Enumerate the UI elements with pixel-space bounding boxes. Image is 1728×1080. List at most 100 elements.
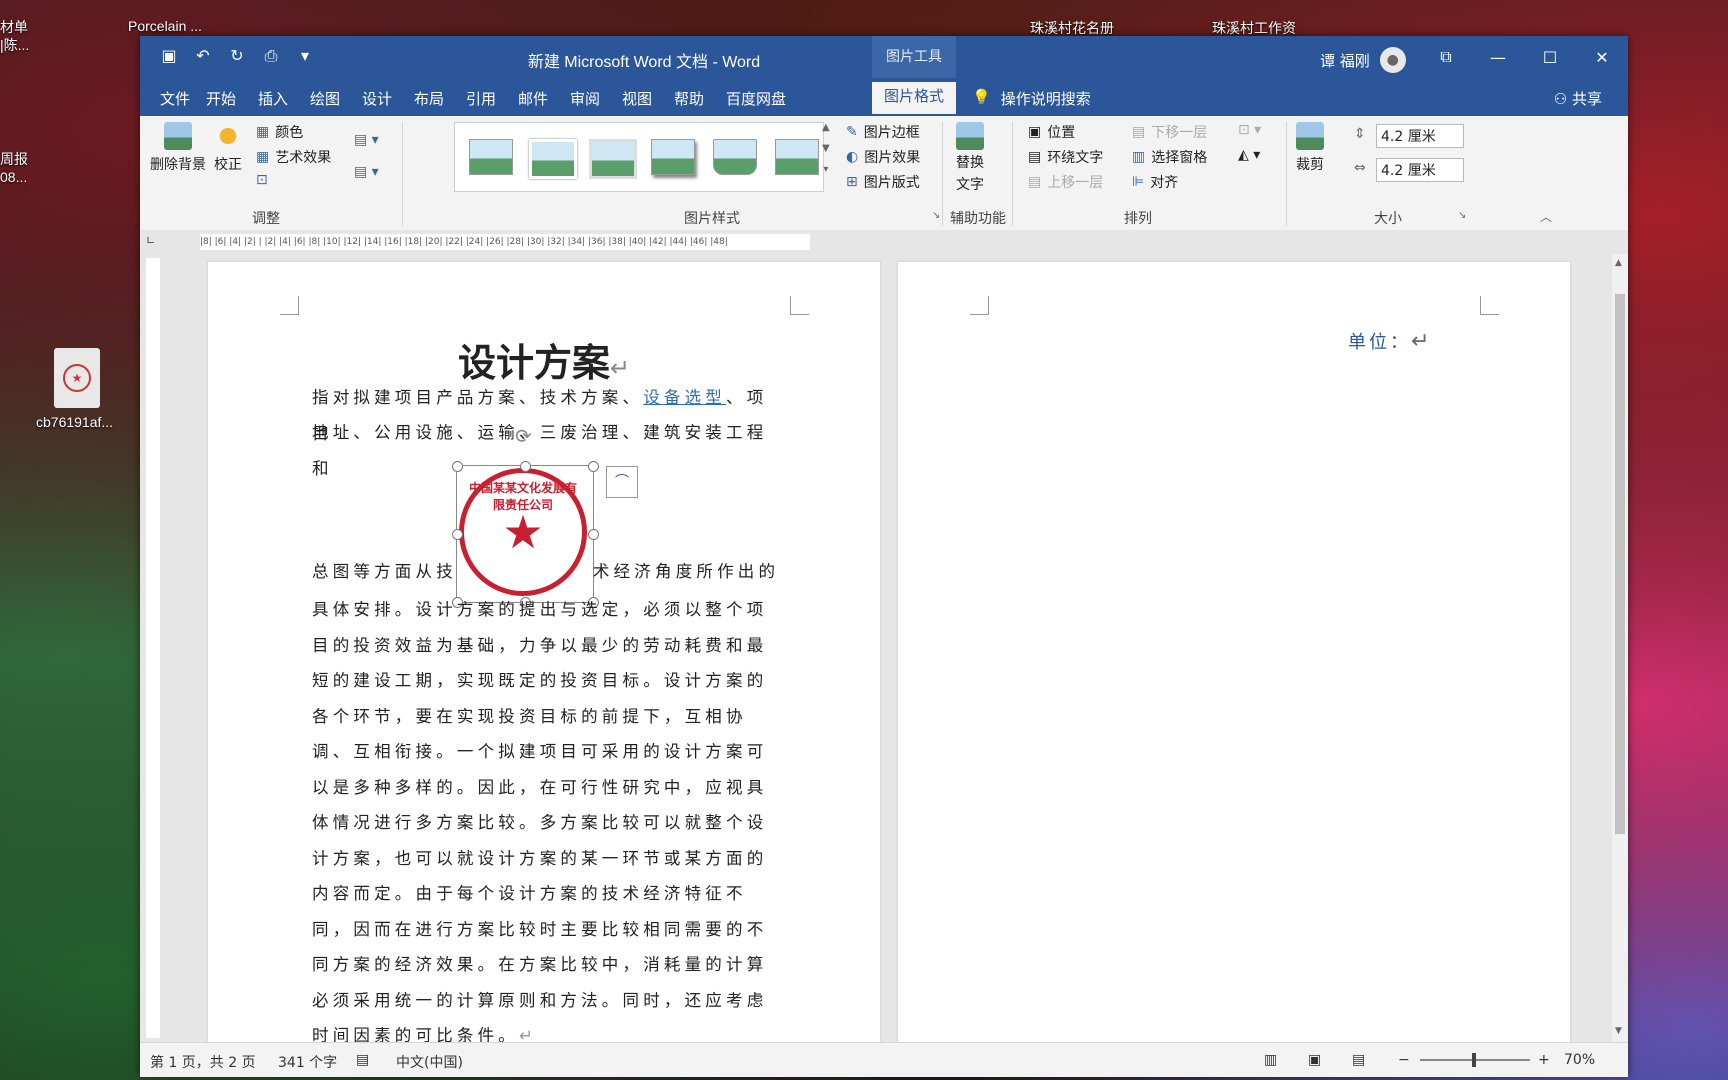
picture-border-label: 图片边框: [863, 125, 920, 141]
tab-review[interactable]: 审阅: [570, 88, 600, 109]
desktop-icon-porcelain[interactable]: Porcelain ...: [128, 18, 202, 34]
minimize-button[interactable]: —: [1472, 36, 1524, 78]
bring-forward-button[interactable]: ▤ 上移一层: [1028, 172, 1103, 192]
zoom-level[interactable]: 70%: [1564, 1052, 1595, 1068]
alt-text-button[interactable]: 替换 文字: [956, 122, 984, 194]
picture-layout-button[interactable]: ⊞ 图片版式: [846, 172, 920, 192]
align-button[interactable]: ⊫ 对齐: [1132, 172, 1178, 192]
collapse-ribbon-icon[interactable]: ︿: [1540, 208, 1552, 225]
word-count[interactable]: 341 个字: [278, 1052, 337, 1072]
gallery-down-icon[interactable]: ▼: [822, 143, 830, 154]
resize-handle[interactable]: [588, 461, 599, 472]
reset-picture-button[interactable]: ▤ ▾: [354, 164, 379, 180]
resize-handle[interactable]: [452, 529, 463, 540]
tab-draw[interactable]: 绘图: [310, 88, 340, 109]
picture-style-1[interactable]: [469, 139, 513, 175]
tab-selector-icon[interactable]: ∟: [146, 234, 155, 247]
width-input[interactable]: 4.2 厘米: [1376, 158, 1464, 182]
desktop-icon-image[interactable]: cb76191af...: [36, 414, 113, 430]
tell-me-search[interactable]: 💡 操作说明搜索: [972, 88, 1091, 109]
picture-style-2[interactable]: [529, 139, 577, 179]
page-2[interactable]: 单位：↵: [898, 262, 1570, 1042]
gallery-scroll[interactable]: ▲ ▼ ▾: [822, 122, 830, 175]
resize-handle[interactable]: [520, 461, 531, 472]
rotate-handle-icon[interactable]: ⟳: [515, 424, 532, 448]
send-backward-button[interactable]: ▤ 下移一层: [1132, 122, 1207, 142]
picture-style-3[interactable]: [589, 139, 637, 179]
page-1[interactable]: 设计方案↵ 指对拟建项目产品方案、技术方案、设备选型、项目 地址、公用设施、运输…: [208, 262, 880, 1045]
change-picture-button[interactable]: ▤ ▾: [354, 132, 379, 148]
scroll-down-icon[interactable]: ▼: [1615, 1026, 1622, 1036]
picture-border-button[interactable]: ✎ 图片边框: [846, 122, 920, 142]
tab-view[interactable]: 视图: [622, 88, 652, 109]
tab-file[interactable]: 文件: [160, 88, 190, 109]
print-layout-icon[interactable]: ▣: [1308, 1052, 1321, 1068]
compress-icon: ⊡: [256, 172, 268, 188]
scroll-up-icon[interactable]: ▲: [1615, 258, 1622, 268]
close-button[interactable]: ✕: [1576, 36, 1628, 78]
tab-baidu[interactable]: 百度网盘: [726, 88, 786, 109]
horizontal-ruler[interactable]: |8| |6| |4| |2| | |2| |4| |6| |8| |10| |…: [200, 234, 810, 250]
picture-effects-button[interactable]: ◐ 图片效果: [846, 147, 920, 167]
position-button[interactable]: ▣ 位置: [1028, 122, 1075, 142]
zoom-in-icon[interactable]: +: [1538, 1052, 1550, 1068]
resize-handle[interactable]: [452, 461, 463, 472]
ribbon-display-icon[interactable]: ⧉: [1420, 36, 1472, 78]
desktop-file-thumbnail[interactable]: ★: [54, 348, 100, 408]
size-dialog-launcher-icon[interactable]: ↘: [1458, 210, 1466, 221]
picture-style-5[interactable]: [713, 139, 757, 175]
language[interactable]: 中文(中国): [396, 1052, 463, 1072]
vertical-scrollbar[interactable]: ▲ ▼: [1612, 254, 1628, 1042]
color-button[interactable]: ▦ 颜色: [256, 122, 303, 142]
avatar[interactable]: ●: [1379, 47, 1406, 73]
tab-mailings[interactable]: 邮件: [518, 88, 548, 109]
ribbon-tabs: 文件 开始 插入 绘图 设计 布局 引用 邮件 审阅 视图 帮助 百度网盘 图片…: [140, 78, 1628, 116]
tab-layout[interactable]: 布局: [414, 88, 444, 109]
compress-pictures-button[interactable]: ⊡: [256, 172, 268, 188]
gallery-more-icon[interactable]: ▾: [823, 164, 828, 175]
desktop-icon-weekly[interactable]: 周报 08...: [0, 150, 28, 186]
tab-picture-format[interactable]: 图片格式: [872, 82, 956, 116]
desktop-icon-work[interactable]: 珠溪村工作资: [1212, 18, 1296, 38]
styles-dialog-launcher-icon[interactable]: ↘: [932, 210, 940, 221]
user-account[interactable]: 谭 福刚 ●: [1320, 47, 1406, 73]
height-input[interactable]: 4.2 厘米: [1376, 124, 1464, 148]
body-paragraph[interactable]: 具体安排。设计方案的提出与选定，必须以整个项目的投资效益为基础，力争以最少的劳动…: [312, 592, 782, 1054]
layout-options-icon[interactable]: ⌒: [606, 466, 638, 498]
page-count[interactable]: 第 1 页，共 2 页: [150, 1052, 256, 1072]
scrollbar-thumb[interactable]: [1615, 294, 1625, 834]
resize-handle[interactable]: [588, 529, 599, 540]
crop-button[interactable]: 裁剪: [1296, 122, 1324, 174]
proofing-icon[interactable]: ▤: [356, 1052, 369, 1068]
read-mode-icon[interactable]: ▥: [1264, 1052, 1277, 1068]
remove-background-button[interactable]: 删除背景: [150, 122, 206, 174]
wrap-text-button[interactable]: ▤ 环绕文字: [1028, 147, 1103, 167]
equipment-selection-link[interactable]: 设备选型: [643, 388, 726, 407]
artistic-effects-button[interactable]: ▦ 艺术效果: [256, 147, 331, 167]
desktop-icon-1[interactable]: 材单 |陈...: [0, 18, 29, 54]
group-objects-button[interactable]: ⊡ ▾: [1238, 122, 1261, 138]
tab-help[interactable]: 帮助: [674, 88, 704, 109]
selection-pane-button[interactable]: ▥ 选择窗格: [1132, 147, 1207, 167]
body-text: 具体安排。设计方案的提出与选定，必须以整个项目的投资效益为基础，力争以最少的劳动…: [312, 600, 768, 1045]
picture-style-4[interactable]: [651, 139, 695, 175]
gallery-up-icon[interactable]: ▲: [822, 122, 830, 133]
corrections-button[interactable]: 校正: [214, 122, 242, 174]
tab-insert[interactable]: 插入: [258, 88, 288, 109]
crop-mark: [280, 296, 299, 315]
share-button[interactable]: ⚇ 共享: [1554, 88, 1602, 109]
desktop-icon-roster[interactable]: 珠溪村花名册: [1030, 18, 1114, 38]
paragraph-line-3[interactable]: 总图等方面从技 术经济角度所作出的: [312, 554, 782, 590]
picture-style-6[interactable]: [775, 139, 819, 175]
zoom-slider-knob[interactable]: [1472, 1053, 1476, 1067]
web-layout-icon[interactable]: ▤: [1352, 1052, 1365, 1068]
tab-references[interactable]: 引用: [466, 88, 496, 109]
rotate-button[interactable]: ◭ ▾: [1238, 147, 1260, 163]
zoom-slider[interactable]: [1420, 1053, 1530, 1067]
maximize-button[interactable]: ☐: [1524, 36, 1576, 78]
tab-design[interactable]: 设计: [362, 88, 392, 109]
zoom-out-icon[interactable]: −: [1398, 1052, 1410, 1068]
vertical-ruler[interactable]: [146, 258, 160, 1038]
tab-home[interactable]: 开始: [206, 88, 236, 109]
picture-styles-gallery[interactable]: [454, 122, 824, 192]
